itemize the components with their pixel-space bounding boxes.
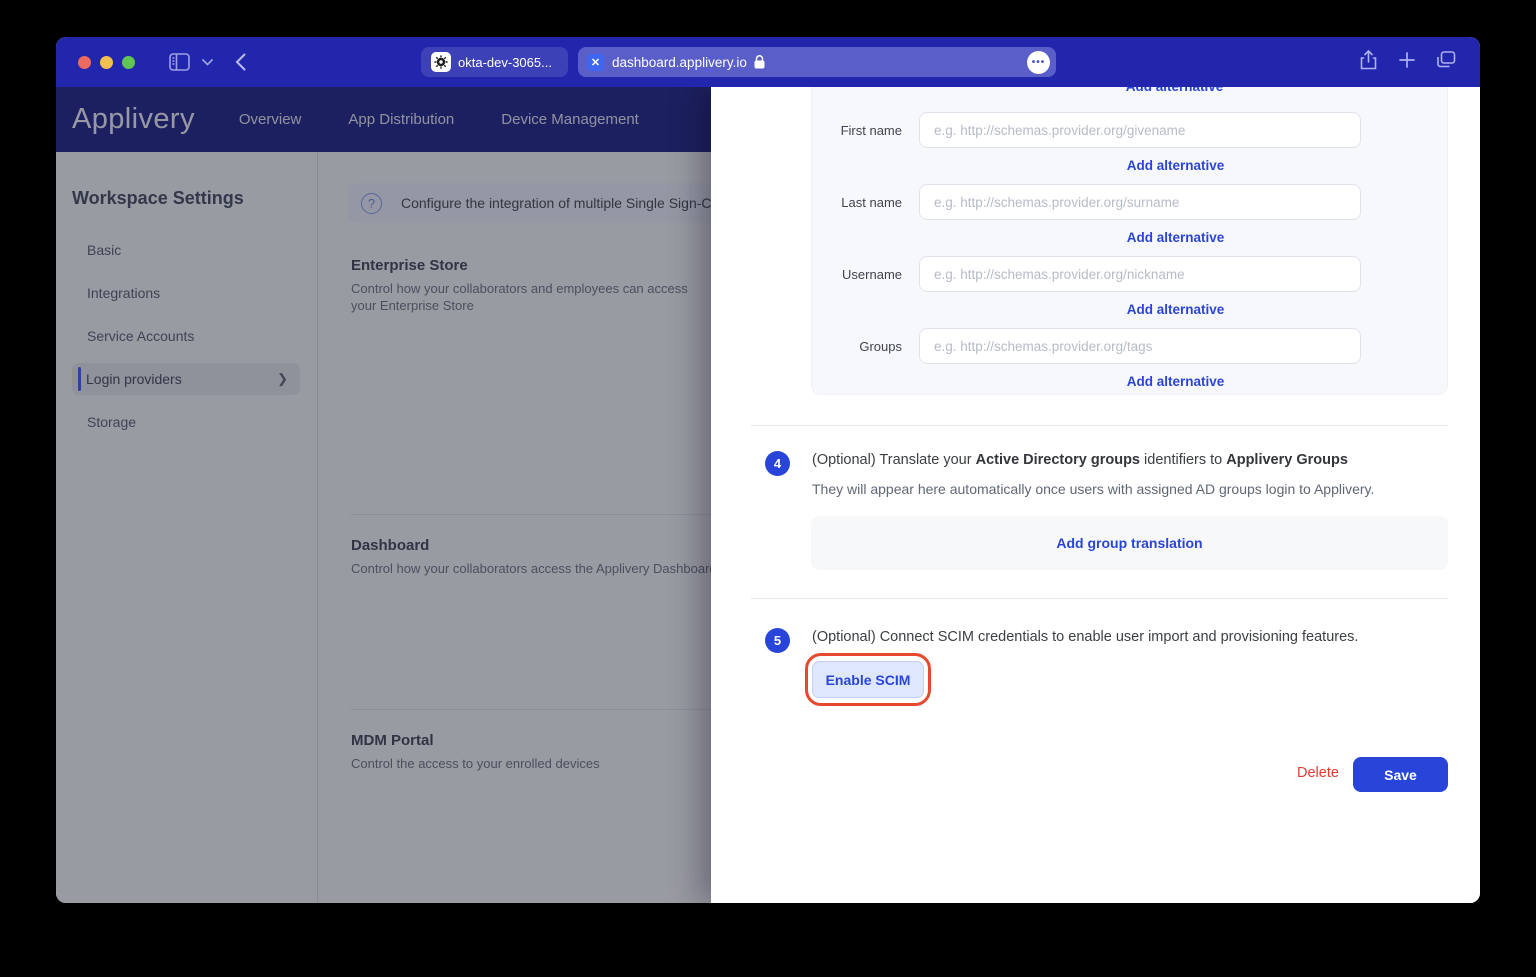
save-button[interactable]: Save	[1353, 757, 1448, 792]
url-text: dashboard.applivery.io	[612, 55, 747, 70]
chevron-down-icon[interactable]	[202, 59, 213, 66]
new-tab-icon[interactable]	[1399, 52, 1415, 73]
add-alternative-link[interactable]: Add alternative	[1127, 158, 1225, 173]
add-alternative-link[interactable]: Add alternative	[1127, 302, 1225, 317]
enable-scim-button[interactable]: Enable SCIM	[812, 661, 924, 698]
back-button[interactable]	[235, 53, 246, 71]
attribute-mapping-panel: First name Add alternative Last name Add…	[811, 87, 1448, 395]
first-name-input[interactable]	[919, 112, 1361, 148]
add-alternative-link-clipped[interactable]: Add alternative	[901, 87, 1448, 96]
tab-overview-icon[interactable]	[1437, 51, 1456, 73]
traffic-lights	[78, 56, 135, 69]
add-alternative-link[interactable]: Add alternative	[1127, 374, 1225, 389]
drawer-divider	[751, 598, 1448, 599]
drawer-divider	[751, 425, 1448, 426]
address-bar[interactable]: ✕ dashboard.applivery.io •••	[578, 47, 1056, 77]
okta-favicon-icon	[431, 52, 451, 72]
step-4-text: (Optional) Translate your Active Directo…	[812, 452, 1348, 468]
login-provider-drawer: Add alternative First name Add alternati…	[711, 87, 1480, 903]
fullscreen-button[interactable]	[122, 56, 135, 69]
add-alternative-link[interactable]: Add alternative	[1126, 87, 1224, 94]
applivery-favicon-icon: ✕	[587, 54, 604, 71]
lock-icon	[754, 55, 765, 69]
page-settings-icon[interactable]: •••	[1027, 51, 1050, 74]
username-input[interactable]	[919, 256, 1361, 292]
last-name-label: Last name	[829, 195, 902, 210]
browser-toolbar: okta-dev-3065... ✕ dashboard.applivery.i…	[56, 37, 1480, 87]
step-5-text: (Optional) Connect SCIM credentials to e…	[812, 629, 1358, 645]
close-button[interactable]	[78, 56, 91, 69]
desktop-background: okta-dev-3065... ✕ dashboard.applivery.i…	[0, 0, 1536, 977]
last-name-input[interactable]	[919, 184, 1361, 220]
first-name-label: First name	[829, 123, 902, 138]
delete-link[interactable]: Delete	[1297, 765, 1339, 781]
groups-label: Groups	[829, 339, 902, 354]
annotation-highlight-ring: Enable SCIM	[805, 653, 931, 706]
groups-input[interactable]	[919, 328, 1361, 364]
browser-window: okta-dev-3065... ✕ dashboard.applivery.i…	[56, 37, 1480, 903]
web-page: Applivery Overview App Distribution Devi…	[56, 87, 1480, 903]
tab-okta[interactable]: okta-dev-3065...	[421, 47, 568, 77]
step-4-subtext: They will appear here automatically once…	[812, 481, 1374, 497]
sidebar-toggle-icon[interactable]	[169, 53, 190, 71]
share-icon[interactable]	[1360, 50, 1377, 75]
step-4-badge: 4	[765, 451, 790, 476]
add-group-translation-link[interactable]: Add group translation	[1056, 535, 1202, 551]
step-5-badge: 5	[765, 628, 790, 653]
tab-okta-label: okta-dev-3065...	[458, 55, 552, 70]
chrome-actions	[1360, 50, 1456, 75]
group-translation-box: Add group translation	[811, 516, 1448, 570]
add-alternative-link[interactable]: Add alternative	[1127, 230, 1225, 245]
minimize-button[interactable]	[100, 56, 113, 69]
username-label: Username	[829, 267, 902, 282]
